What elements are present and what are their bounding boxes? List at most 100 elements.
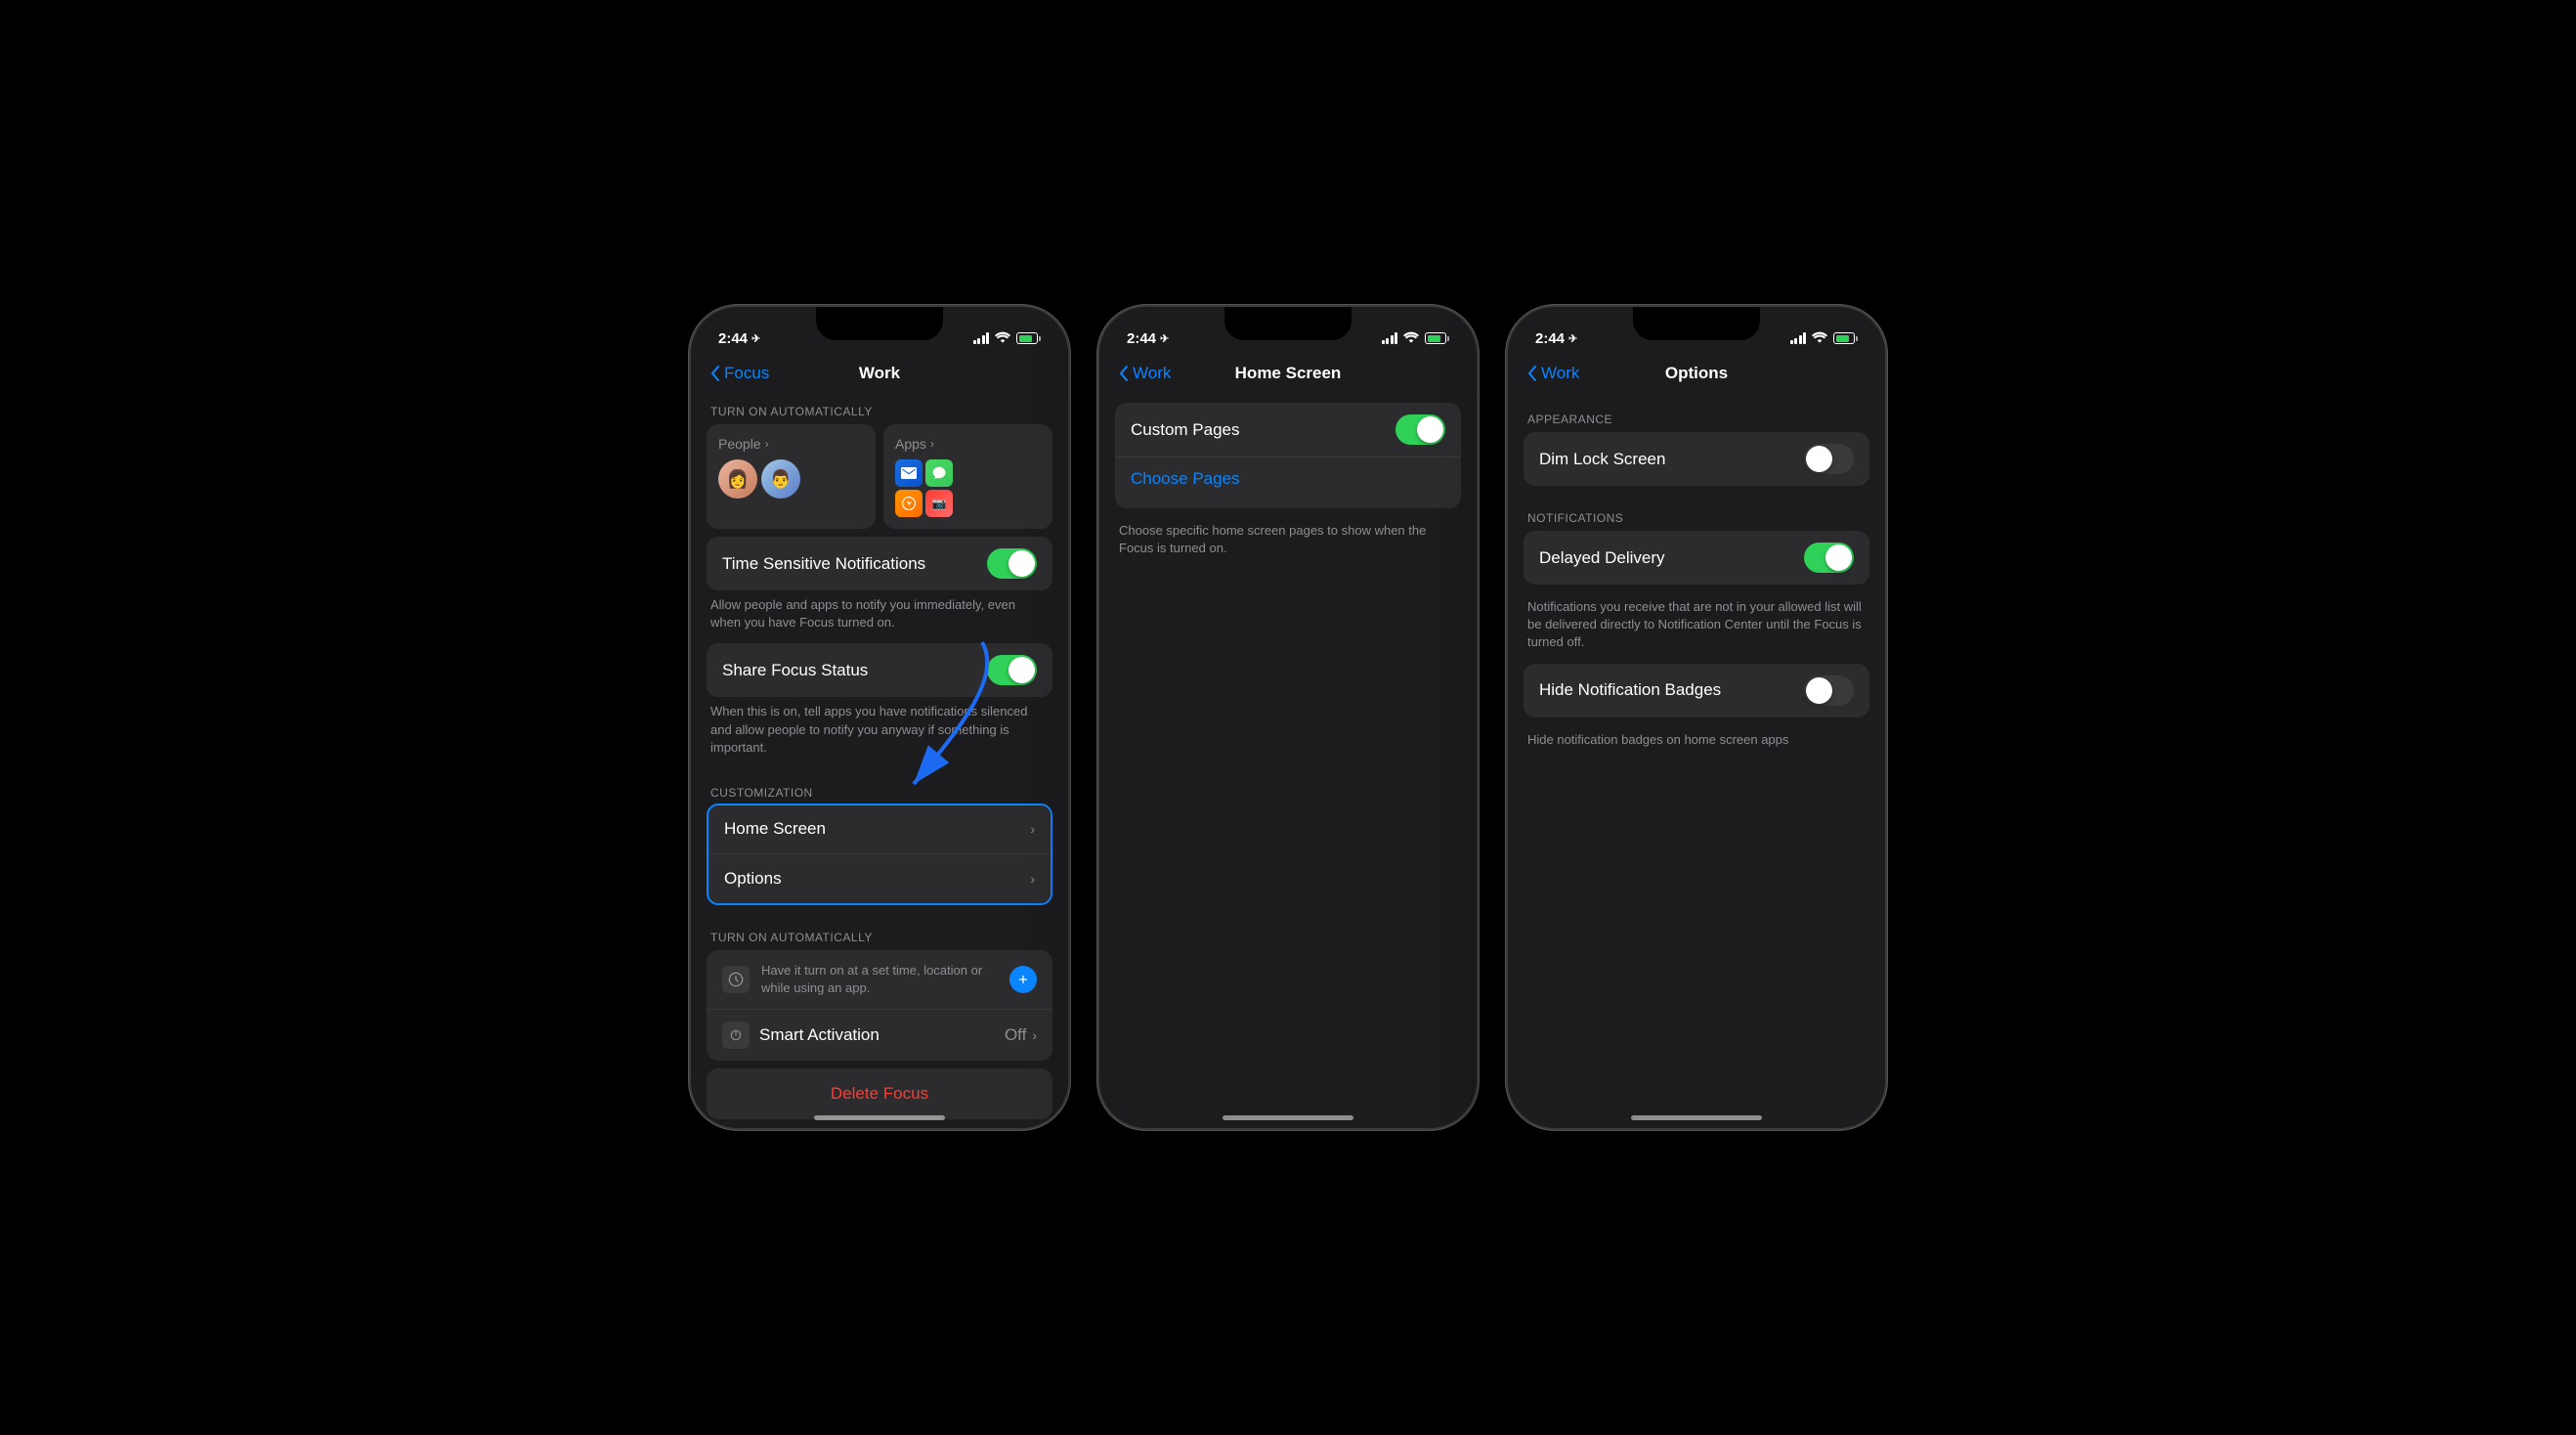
delete-focus-label: Delete Focus [831, 1084, 928, 1103]
notifications-header: NOTIFICATIONS [1508, 494, 1885, 531]
share-focus-group: Share Focus Status [707, 643, 1052, 697]
mail-icon [895, 459, 923, 487]
hide-badges-toggle-thumb [1806, 677, 1832, 704]
phone3-status-bar: 2:44 ✈ [1508, 307, 1885, 356]
phone2-home-indicator [1223, 1115, 1353, 1120]
phone2-screen: 2:44 ✈ [1099, 307, 1477, 1128]
messages-icon [925, 459, 953, 487]
phone2-time: 2:44 ✈ [1127, 330, 1169, 347]
share-focus-desc: When this is on, tell apps you have noti… [691, 697, 1068, 768]
delayed-delivery-item[interactable]: Delayed Delivery [1524, 531, 1869, 585]
custom-pages-toggle[interactable] [1395, 414, 1445, 445]
signal-bar-3 [982, 335, 985, 344]
phone2-nav-bar: Work Home Screen [1099, 356, 1477, 395]
apps-card-header: Apps › [895, 436, 1041, 452]
apps-label: Apps [895, 436, 926, 452]
phone3-status-icons [1790, 331, 1859, 346]
photos-icon: 📷 [925, 490, 953, 517]
options-label: Options [724, 869, 782, 889]
share-focus-label: Share Focus Status [722, 661, 868, 680]
custom-pages-toggle-thumb [1417, 416, 1443, 443]
smart-activation-item[interactable]: Smart Activation Off › [707, 1010, 1052, 1061]
share-focus-toggle[interactable] [987, 655, 1037, 685]
power-icon [722, 1022, 750, 1049]
signal-bars-2 [1382, 332, 1398, 344]
signal-bars [973, 332, 990, 344]
custom-pages-item[interactable]: Custom Pages [1115, 403, 1461, 457]
phone2-wrapper: 2:44 ✈ [1097, 305, 1479, 1130]
apps-card[interactable]: Apps › [883, 424, 1052, 529]
add-automation-button[interactable] [1009, 966, 1037, 993]
people-card-header: People › [718, 436, 864, 452]
phone1-content[interactable]: TURN ON AUTOMATICALLY People › 👩 👨 [691, 395, 1068, 1128]
phone1-back-button[interactable]: Focus [710, 364, 769, 383]
home-screen-chevron: › [1030, 821, 1035, 837]
phone2-content[interactable]: Custom Pages Choose Pages Choose specifi… [1099, 395, 1477, 1128]
people-card[interactable]: People › 👩 👨 [707, 424, 876, 529]
dim-lock-screen-toggle-thumb [1806, 446, 1832, 472]
people-arrow: › [765, 437, 769, 451]
delete-focus-button[interactable]: Delete Focus [707, 1068, 1052, 1119]
wifi-icon-3 [1812, 331, 1827, 346]
custom-pages-group: Custom Pages Choose Pages [1115, 403, 1461, 508]
phone3-content[interactable]: APPEARANCE Dim Lock Screen NOTIFICATIONS [1508, 395, 1885, 1128]
phone1-nav-bar: Focus Work [691, 356, 1068, 395]
phone1-nav-title: Work [859, 364, 900, 383]
people-label: People [718, 436, 761, 452]
share-focus-item[interactable]: Share Focus Status [707, 643, 1052, 697]
options-chevron: › [1030, 871, 1035, 887]
time-sensitive-label: Time Sensitive Notifications [722, 554, 925, 574]
phone2: 2:44 ✈ [1097, 305, 1479, 1130]
battery-icon-2 [1425, 332, 1449, 344]
phone3: 2:44 ✈ [1506, 305, 1887, 1130]
choose-pages-container: Choose Pages [1115, 457, 1461, 508]
signal-bar-4 [986, 332, 989, 344]
smart-activation-value: Off [1005, 1025, 1026, 1045]
automation-desc: Have it turn on at a set time, location … [761, 962, 998, 997]
turn-on-auto-header: TURN ON AUTOMATICALLY [691, 913, 1068, 950]
hide-badges-desc: Hide notification badges on home screen … [1508, 725, 1885, 761]
battery-icon-3 [1833, 332, 1858, 344]
delayed-delivery-toggle-thumb [1825, 544, 1852, 571]
wifi-icon [995, 331, 1010, 346]
dynamic-island-3 [1620, 333, 1747, 343]
phone2-back-button[interactable]: Work [1119, 364, 1171, 383]
delayed-delivery-toggle[interactable] [1804, 543, 1854, 573]
safari-icon [895, 490, 923, 517]
app-icons: 📷 [895, 459, 981, 517]
home-screen-item[interactable]: Home Screen › [708, 805, 1051, 854]
phone2-nav-title: Home Screen [1235, 364, 1342, 383]
phone3-time: 2:44 ✈ [1535, 330, 1577, 347]
delayed-delivery-desc: Notifications you receive that are not i… [1508, 592, 1885, 664]
dim-lock-screen-toggle[interactable] [1804, 444, 1854, 474]
phone3-nav-bar: Work Options [1508, 356, 1885, 395]
phone1-status-icons [973, 331, 1042, 346]
hide-badges-label: Hide Notification Badges [1539, 680, 1721, 700]
phone1-time: 2:44 ✈ [718, 330, 760, 347]
phone1-home-indicator [814, 1115, 945, 1120]
clock-icon [722, 966, 750, 993]
time-sensitive-desc: Allow people and apps to notify you imme… [691, 590, 1068, 643]
delayed-delivery-label: Delayed Delivery [1539, 548, 1665, 568]
custom-pages-label: Custom Pages [1131, 420, 1240, 440]
hide-badges-group: Hide Notification Badges [1524, 664, 1869, 718]
automation-item[interactable]: Have it turn on at a set time, location … [707, 950, 1052, 1010]
people-avatars: 👩 👨 [718, 459, 864, 499]
hide-badges-item[interactable]: Hide Notification Badges [1524, 664, 1869, 718]
phone3-back-button[interactable]: Work [1527, 364, 1579, 383]
dim-lock-screen-item[interactable]: Dim Lock Screen [1524, 432, 1869, 486]
phone3-wrapper: 2:44 ✈ [1506, 305, 1887, 1130]
dynamic-island [803, 333, 930, 343]
location-icon-2: ✈ [1160, 332, 1169, 345]
time-sensitive-item[interactable]: Time Sensitive Notifications [707, 537, 1052, 590]
allowed-grid: People › 👩 👨 Apps › [707, 424, 1052, 529]
choose-pages-link[interactable]: Choose Pages [1131, 461, 1445, 493]
dim-lock-screen-label: Dim Lock Screen [1539, 450, 1665, 469]
options-item[interactable]: Options › [708, 854, 1051, 903]
smart-activation-right: Off › [1005, 1025, 1037, 1045]
appearance-header: APPEARANCE [1508, 395, 1885, 432]
custom-pages-desc: Choose specific home screen pages to sho… [1099, 516, 1477, 569]
time-sensitive-toggle[interactable] [987, 548, 1037, 579]
phone3-nav-title: Options [1665, 364, 1728, 383]
hide-badges-toggle[interactable] [1804, 675, 1854, 706]
